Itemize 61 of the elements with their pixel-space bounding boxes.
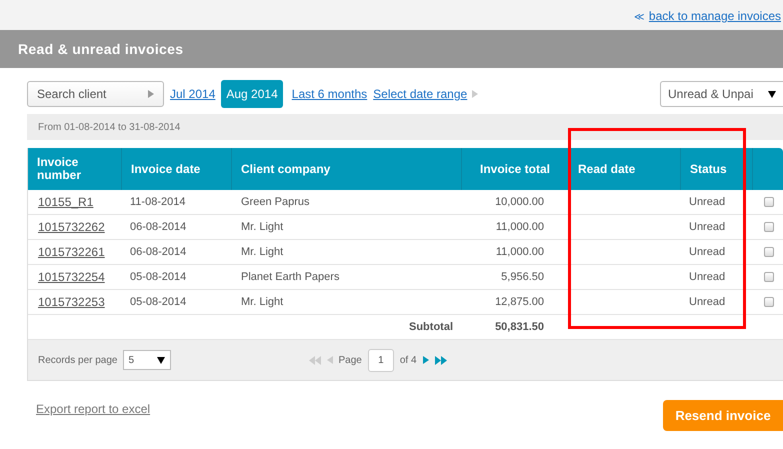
- export-link[interactable]: Export report to excel: [36, 400, 150, 418]
- period-tab[interactable]: Select date range: [372, 85, 468, 103]
- row-checkbox[interactable]: [764, 297, 774, 307]
- next-page-icon: [422, 356, 429, 364]
- invoice-link[interactable]: 1015732253: [38, 294, 105, 309]
- table-cell: Planet Earth Papers: [241, 270, 340, 283]
- table-cell: Mr. Light: [241, 220, 284, 233]
- table-cell: Unread: [689, 270, 726, 283]
- first-page-icon[interactable]: [308, 356, 320, 364]
- previous-page-icon: [326, 356, 332, 364]
- double-arrow-icon: ≪: [634, 13, 644, 23]
- table-cell: 06-08-2014: [130, 220, 186, 233]
- table-cell: Unread: [689, 220, 726, 233]
- column-header: Client company: [232, 148, 462, 190]
- dropdown-caret-icon: [768, 90, 776, 98]
- row-checkbox[interactable]: [764, 272, 774, 282]
- subtotal-value: 50,831.50: [495, 320, 544, 333]
- table-cell: 06-08-2014: [130, 246, 186, 258]
- table-cell: Green Paprus: [241, 196, 310, 208]
- row-checkbox[interactable]: [764, 222, 774, 232]
- table-cell: 11-08-2014: [130, 196, 186, 208]
- table-cell: 05-08-2014: [130, 270, 186, 283]
- dropdown-caret-icon: [156, 356, 164, 364]
- date-range-text: From 01-08-2014 to 31-08-2014: [38, 120, 180, 134]
- records-label: Records per page: [38, 354, 118, 368]
- table-cell: 12,875.00: [495, 296, 544, 308]
- table-cell: 05-08-2014: [130, 296, 186, 308]
- last-page-icon[interactable]: [434, 356, 447, 364]
- caret-icon: [148, 90, 154, 98]
- table-cell: Unread: [689, 246, 726, 258]
- subtotal-label: Subtotal: [409, 320, 453, 333]
- filter-dropdown[interactable]: Unread & Unpai: [660, 81, 783, 107]
- records-dropdown[interactable]: 5: [122, 350, 170, 370]
- row-checkbox[interactable]: [764, 197, 774, 207]
- column-header: Status: [681, 148, 753, 190]
- column-header: Invoice date: [122, 148, 232, 190]
- invoice-link[interactable]: 1015732262: [38, 220, 105, 234]
- column-header: Invoice total: [462, 148, 569, 190]
- row-checkbox[interactable]: [764, 247, 774, 257]
- caret-icon: [472, 90, 478, 98]
- column-header: Invoice number: [28, 148, 122, 190]
- column-header: Read date: [569, 148, 681, 190]
- table-cell: 10,000.00: [495, 196, 544, 208]
- invoice-link[interactable]: 1015732254: [38, 270, 105, 284]
- table-cell: 5,956.50: [501, 270, 544, 283]
- table-cell: Mr. Light: [241, 296, 284, 308]
- period-tab[interactable]: Last 6 months: [290, 85, 368, 103]
- search-field[interactable]: Search client: [27, 81, 164, 107]
- page-label: Page: [338, 354, 362, 368]
- period-tab[interactable]: Jul 2014: [169, 85, 216, 103]
- table-cell: 11,000.00: [496, 220, 544, 233]
- page-input[interactable]: 1: [368, 348, 394, 372]
- invoice-link[interactable]: 10155_R1: [38, 194, 94, 209]
- invoice-link[interactable]: 1015732261: [38, 244, 105, 259]
- table-cell: Unread: [689, 196, 726, 208]
- page-title: Read & unread invoices: [18, 40, 184, 58]
- back-link[interactable]: back to manage invoices: [648, 7, 781, 25]
- table-cell: 11,000.00: [496, 246, 544, 258]
- table-cell: Unread: [689, 296, 726, 308]
- table-cell: Mr. Light: [241, 246, 284, 258]
- page-count: of 4: [400, 354, 417, 368]
